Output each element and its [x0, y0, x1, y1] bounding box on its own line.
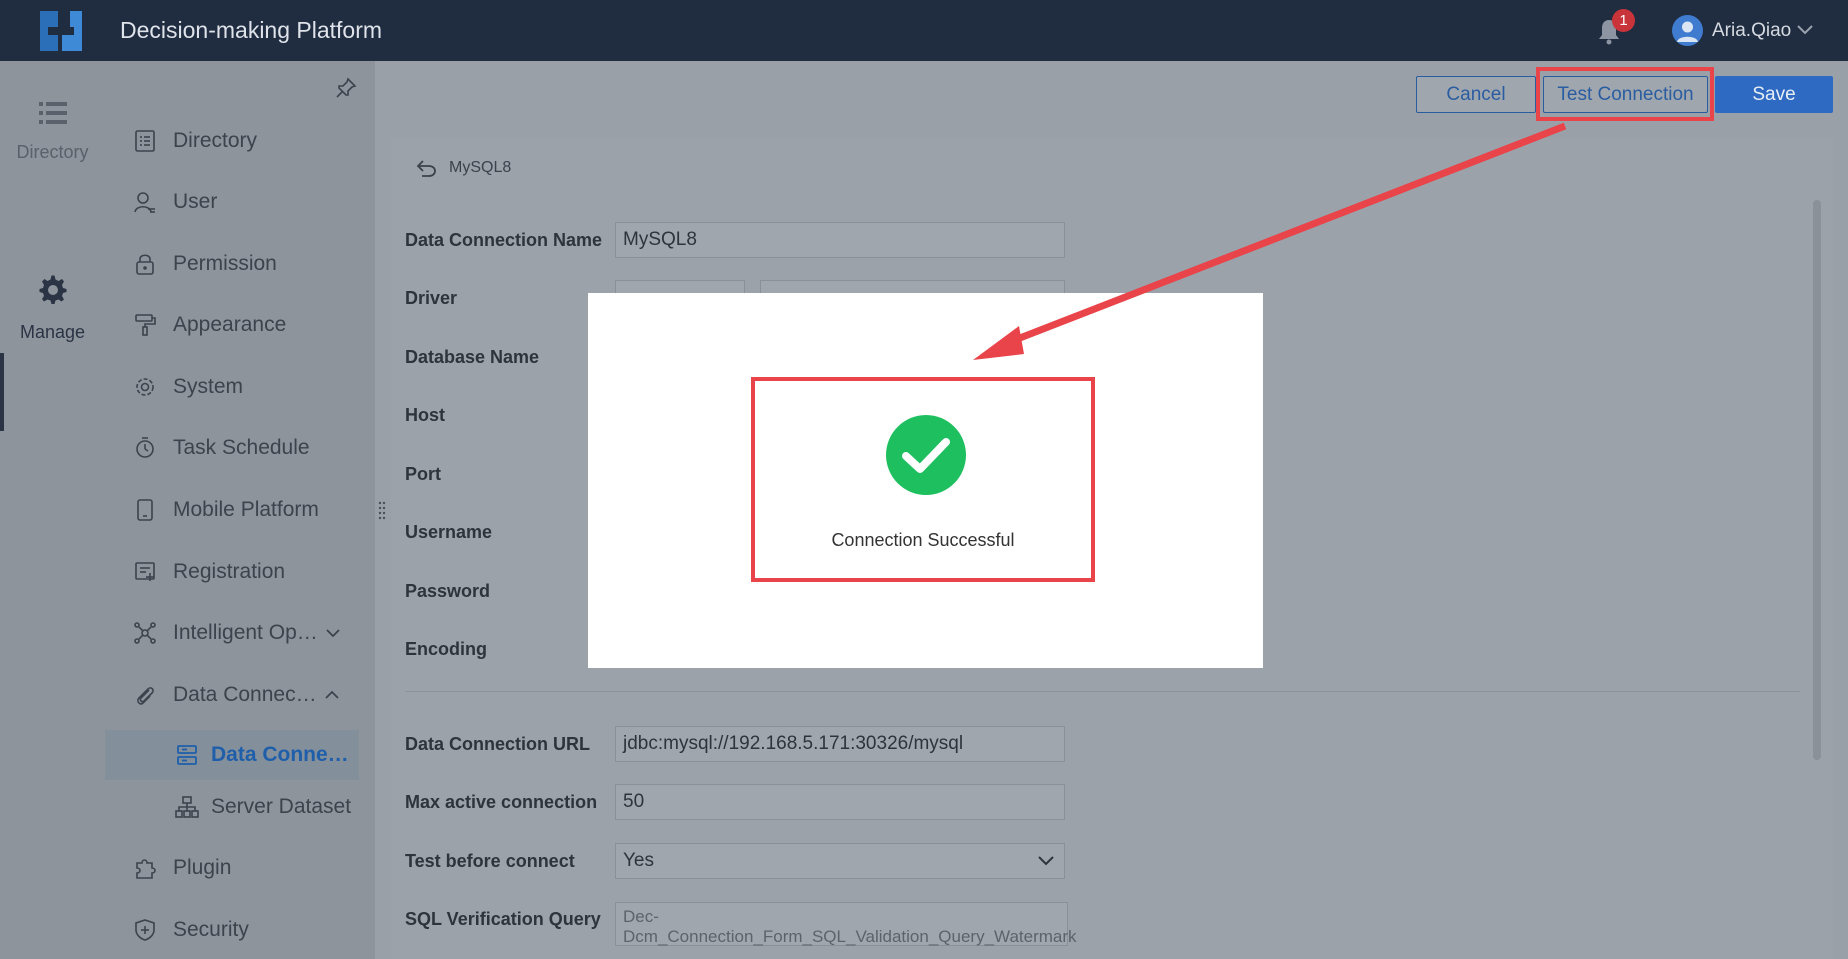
puzzle-icon: [136, 859, 156, 879]
url-label: Data Connection URL: [405, 734, 591, 754]
user-name[interactable]: Aria.Qiao: [1712, 20, 1791, 42]
form-divider: [405, 691, 1800, 692]
port-label: Port: [405, 464, 441, 484]
submenu-item-label: Server Dataset: [211, 795, 352, 818]
database-name-label: Database Name: [405, 347, 540, 367]
connection-name-label: Data Connection Name: [405, 230, 603, 250]
breadcrumb[interactable]: MySQL8: [415, 158, 511, 178]
menu-item-data-connection[interactable]: Data Connec…: [133, 678, 373, 712]
url-input[interactable]: jdbc:mysql://192.168.5.171:30326/mysql: [615, 726, 1065, 762]
chevron-down-icon: [326, 629, 340, 638]
menu-item-label: Security: [173, 918, 249, 941]
user-icon: [134, 192, 155, 213]
password-label: Password: [405, 581, 491, 601]
user-avatar-icon: [1677, 21, 1698, 42]
menu-item-permission[interactable]: Permission: [133, 247, 373, 281]
shield-icon: [135, 919, 155, 941]
form-scrollbar[interactable]: [1813, 200, 1821, 760]
menu-item-label: Data Connec…: [173, 683, 317, 706]
menu-item-plugin[interactable]: Plugin: [133, 851, 373, 885]
host-label: Host: [405, 405, 445, 425]
submenu-item-data-connection[interactable]: Data Conne…: [175, 738, 349, 772]
rail-label-manage: Manage: [19, 322, 86, 342]
database-icon: [177, 745, 197, 765]
pin-icon[interactable]: [335, 77, 357, 99]
test-connection-highlight: [1536, 67, 1714, 121]
max-active-input[interactable]: 50: [615, 784, 1065, 820]
timer-icon: [136, 437, 154, 458]
menu-item-label: User: [173, 190, 218, 213]
submenu-item-label: Data Conne…: [211, 743, 349, 766]
list-icon: [38, 102, 67, 124]
success-message: Connection Successful: [831, 530, 1015, 550]
menu-item-label: Registration: [173, 560, 286, 583]
top-bar: Decision-making Platform 1 Aria.Qiao: [0, 0, 1848, 61]
chevron-down-icon[interactable]: [1796, 22, 1814, 36]
side-menu: Directory User Permission Appearance Sys…: [105, 61, 375, 959]
cancel-button[interactable]: Cancel: [1416, 76, 1536, 113]
rail-active-indicator: [0, 353, 4, 431]
breadcrumb-label: MySQL8: [449, 159, 512, 176]
menu-item-directory[interactable]: Directory: [133, 124, 373, 158]
save-button[interactable]: Save: [1715, 76, 1833, 113]
menu-item-task-schedule[interactable]: Task Schedule: [133, 431, 373, 465]
menu-item-label: Plugin: [173, 856, 232, 879]
list-icon: [135, 130, 155, 152]
connection-name-input[interactable]: MySQL8: [615, 222, 1065, 258]
paint-roller-icon: [135, 314, 156, 336]
sql-query-input[interactable]: Dec-Dcm_Connection_Form_SQL_Validation_Q…: [615, 902, 1077, 946]
app-logo-icon[interactable]: [38, 9, 84, 53]
menu-item-system[interactable]: System: [133, 370, 373, 404]
menu-item-appearance[interactable]: Appearance: [133, 308, 373, 342]
menu-item-label: Task Schedule: [173, 436, 310, 459]
back-arrow-icon[interactable]: [415, 158, 437, 178]
app-title: Decision-making Platform: [120, 17, 383, 43]
menu-item-registration[interactable]: Registration: [133, 555, 373, 589]
test-before-label: Test before connect: [405, 851, 575, 871]
username-label: Username: [405, 522, 493, 542]
menu-item-label: Intelligent Op…: [173, 621, 318, 644]
submenu-item-server-dataset[interactable]: Server Dataset: [175, 790, 351, 824]
notification-badge: 1: [1612, 9, 1635, 32]
menu-item-label: Mobile Platform: [173, 498, 319, 521]
network-icon: [134, 622, 156, 644]
encoding-label: Encoding: [405, 639, 487, 659]
hierarchy-icon: [175, 796, 199, 818]
driver-label: Driver: [405, 288, 458, 308]
menu-item-label: Permission: [173, 252, 277, 275]
gear-icon: [136, 378, 154, 396]
max-active-label: Max active connection: [405, 792, 598, 812]
menu-item-label: Directory: [173, 129, 258, 152]
chevron-up-icon: [324, 690, 339, 699]
registration-icon: [135, 562, 155, 581]
check-circle-icon: [886, 415, 966, 495]
mobile-icon: [137, 499, 153, 521]
menu-item-label: System: [173, 375, 244, 398]
rail-item-manage[interactable]: Manage: [0, 273, 105, 343]
test-before-select[interactable]: Yes: [615, 843, 1065, 879]
menu-item-security[interactable]: Security: [133, 913, 373, 947]
splitter-handle-icon[interactable]: [378, 500, 386, 522]
chevron-down-icon[interactable]: [1036, 853, 1056, 869]
paperclip-icon: [137, 687, 154, 705]
lock-icon: [136, 254, 154, 275]
menu-item-intelligent-ops[interactable]: Intelligent Op…: [133, 616, 373, 650]
menu-item-user[interactable]: User: [133, 185, 373, 219]
rail-label-directory: Directory: [16, 142, 89, 162]
menu-item-label: Appearance: [173, 313, 287, 336]
menu-item-mobile-platform[interactable]: Mobile Platform: [133, 493, 373, 527]
gear-icon: [39, 275, 66, 304]
icon-rail: Directory Manage: [0, 61, 105, 959]
rail-item-directory[interactable]: Directory: [0, 99, 105, 163]
avatar[interactable]: [1672, 15, 1703, 46]
sql-query-label: SQL Verification Query: [405, 909, 601, 929]
